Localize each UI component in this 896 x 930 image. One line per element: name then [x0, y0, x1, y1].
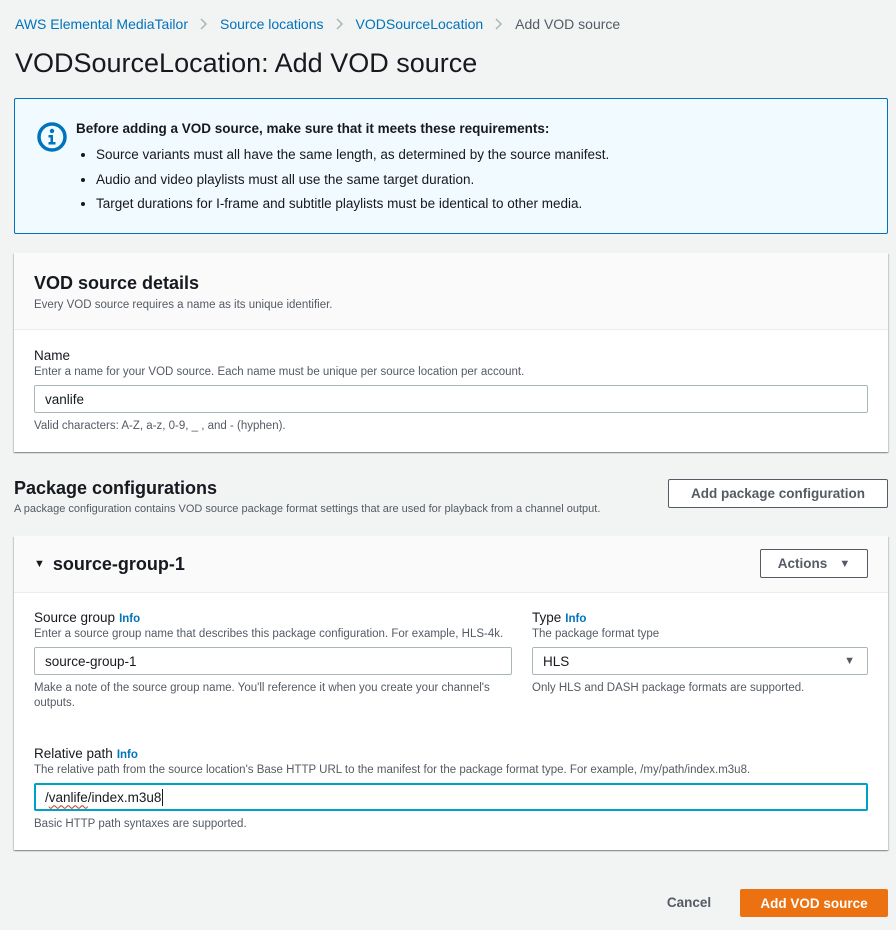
source-group-input[interactable]: source-group-1	[34, 647, 512, 675]
source-group-description: Enter a source group name that describes…	[34, 628, 504, 640]
alert-bullet: Audio and video playlists must all use t…	[96, 168, 609, 193]
details-description: Every VOD source requires a name as its …	[34, 299, 333, 311]
spellcheck-word: vanlife	[48, 789, 88, 805]
type-label: Type	[532, 610, 562, 625]
source-group-title: source-group-1	[52, 553, 185, 574]
caret-down-icon: ▼	[844, 655, 855, 667]
page-title: VODSourceLocation: Add VOD source	[15, 48, 478, 78]
chevron-right-icon	[495, 18, 503, 30]
source-group-header: ▼ source-group-1 Actions ▼	[14, 536, 888, 593]
name-input-value: vanlife	[45, 391, 85, 407]
breadcrumb-vod-source-location[interactable]: VODSourceLocation	[356, 16, 484, 32]
type-selected-value: HLS	[543, 653, 570, 669]
type-hint: Only HLS and DASH package formats are su…	[532, 682, 805, 694]
name-input[interactable]: vanlife	[34, 385, 868, 413]
source-group-label: Source group	[34, 610, 116, 625]
breadcrumb-source-locations[interactable]: Source locations	[220, 16, 324, 32]
details-title: VOD source details	[34, 273, 200, 293]
relative-path-description: The relative path from the source locati…	[34, 764, 751, 776]
caret-down-icon: ▼	[34, 558, 45, 570]
caret-down-icon: ▼	[839, 557, 851, 570]
add-package-configuration-button[interactable]: Add package configuration	[668, 479, 888, 508]
expand-toggle[interactable]: ▼ source-group-1	[34, 554, 185, 575]
breadcrumb-current: Add VOD source	[515, 16, 621, 32]
relative-path-hint: Basic HTTP path syntaxes are supported.	[34, 818, 247, 830]
breadcrumb-mediatailor[interactable]: AWS Elemental MediaTailor	[15, 16, 188, 32]
type-description: The package format type	[532, 628, 660, 640]
relative-path-input[interactable]: / vanlife/index.m3u8	[34, 783, 868, 811]
chevron-right-icon	[335, 18, 344, 30]
relative-path-suffix: /index.m3u8	[87, 789, 162, 805]
info-alert: Before adding a VOD source, make sure th…	[14, 98, 888, 234]
info-circle-icon	[36, 121, 68, 153]
alert-bullet: Source variants must all have the same l…	[96, 143, 609, 168]
source-group-input-value: source-group-1	[45, 653, 137, 669]
breadcrumb: AWS Elemental MediaTailor Source locatio…	[15, 16, 620, 32]
type-select[interactable]: HLS ▼	[532, 647, 868, 675]
relative-path-label: Relative path	[34, 746, 113, 761]
relative-path-info-link[interactable]: Info	[117, 749, 138, 761]
relative-path-field: Relative path Info The relative path from…	[34, 746, 868, 832]
package-configurations-header: Package configurations A package configu…	[14, 478, 600, 515]
text-cursor	[162, 788, 164, 806]
name-hint: Valid characters: A-Z, a-z, 0-9, _ , and…	[34, 420, 286, 432]
cancel-button[interactable]: Cancel	[650, 888, 728, 917]
name-field-group: Name Enter a name for your VOD source. E…	[34, 348, 868, 434]
actions-dropdown-button[interactable]: Actions ▼	[760, 549, 868, 578]
source-group-panel: ▼ source-group-1 Actions ▼ Source group I…	[14, 536, 888, 850]
alert-bullet: Target durations for I-frame and subtitl…	[96, 192, 609, 217]
source-group-hint: Make a note of the source group name. Yo…	[34, 682, 490, 709]
alert-bullets: Source variants must all have the same l…	[76, 143, 609, 217]
name-description: Enter a name for your VOD source. Each n…	[34, 366, 525, 378]
type-info-link[interactable]: Info	[565, 613, 586, 625]
alert-title: Before adding a VOD source, make sure th…	[76, 121, 550, 136]
type-field: Type Info The package format type HLS ▼ O…	[532, 610, 868, 696]
details-header: VOD source details Every VOD source requ…	[14, 253, 888, 330]
source-group-info-link[interactable]: Info	[119, 613, 140, 625]
name-label: Name	[34, 348, 71, 363]
add-vod-source-button[interactable]: Add VOD source	[740, 889, 888, 917]
source-group-field: Source group Info Enter a source group na…	[34, 610, 512, 711]
vod-source-details-panel: VOD source details Every VOD source requ…	[14, 253, 888, 452]
package-configurations-title: Package configurations	[14, 478, 218, 498]
chevron-right-icon	[200, 18, 208, 30]
package-configurations-description: A package configuration contains VOD sou…	[14, 503, 601, 515]
actions-label: Actions	[777, 556, 828, 571]
